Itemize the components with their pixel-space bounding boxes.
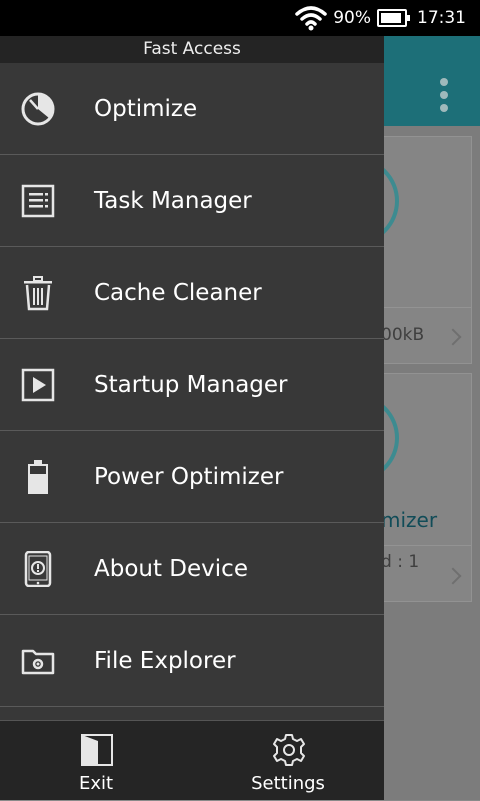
battery-icon xyxy=(28,460,48,494)
status-right: 90% 17:31 xyxy=(295,0,466,36)
menu-item-power-optimizer[interactable]: Power Optimizer xyxy=(0,431,384,523)
chevron-right-icon xyxy=(444,328,462,346)
trash-icon xyxy=(24,276,52,311)
menu-label-cache-cleaner: Cache Cleaner xyxy=(94,280,262,306)
folder-gear-icon xyxy=(21,649,55,675)
card1-value: 00kB xyxy=(381,325,425,345)
exit-label: Exit xyxy=(78,773,114,794)
wifi-icon xyxy=(295,6,327,31)
menu-label-startup-manager: Startup Manager xyxy=(94,372,288,398)
task-list-icon xyxy=(21,184,55,218)
menu-item-cache-cleaner[interactable]: Cache Cleaner xyxy=(0,247,384,339)
menu-label-task-manager: Task Manager xyxy=(94,188,252,214)
menu-label-about-device: About Device xyxy=(94,556,248,582)
battery-percent: 90% xyxy=(333,8,371,28)
chevron-right-icon xyxy=(444,567,462,585)
status-bar: 90% 17:31 xyxy=(0,0,480,36)
clock-icon xyxy=(21,92,55,126)
menu-label-optimize: Optimize xyxy=(94,96,198,122)
drawer-title: Fast Access xyxy=(0,36,384,63)
settings-label: Settings xyxy=(251,773,325,794)
card2-value: d : 1 xyxy=(381,552,420,572)
menu-item-task-manager[interactable]: Task Manager xyxy=(0,155,384,247)
overflow-menu-icon xyxy=(440,78,450,117)
clock-time: 17:31 xyxy=(417,8,466,28)
menu-label-power-optimizer: Power Optimizer xyxy=(94,464,284,490)
menu-item-optimize[interactable]: Optimize xyxy=(0,63,384,155)
card2-title: mizer xyxy=(381,508,438,532)
battery-fill xyxy=(381,13,401,23)
exit-door-icon xyxy=(81,734,113,766)
gear-icon xyxy=(273,734,305,766)
battery-icon xyxy=(377,9,410,27)
settings-button[interactable]: Settings xyxy=(228,721,348,801)
play-icon xyxy=(21,368,55,402)
menu-item-startup-manager[interactable]: Startup Manager xyxy=(0,339,384,431)
navigation-drawer: Fast Access Optimize Task Manager Cache … xyxy=(0,36,384,800)
phone-info-icon xyxy=(24,551,52,587)
menu-item-about-device[interactable]: About Device xyxy=(0,523,384,615)
menu-item-file-explorer[interactable]: File Explorer xyxy=(0,615,384,707)
exit-button[interactable]: Exit xyxy=(36,721,156,801)
drawer-bottom-bar: Exit Settings xyxy=(0,720,384,800)
menu-label-file-explorer: File Explorer xyxy=(94,648,236,674)
